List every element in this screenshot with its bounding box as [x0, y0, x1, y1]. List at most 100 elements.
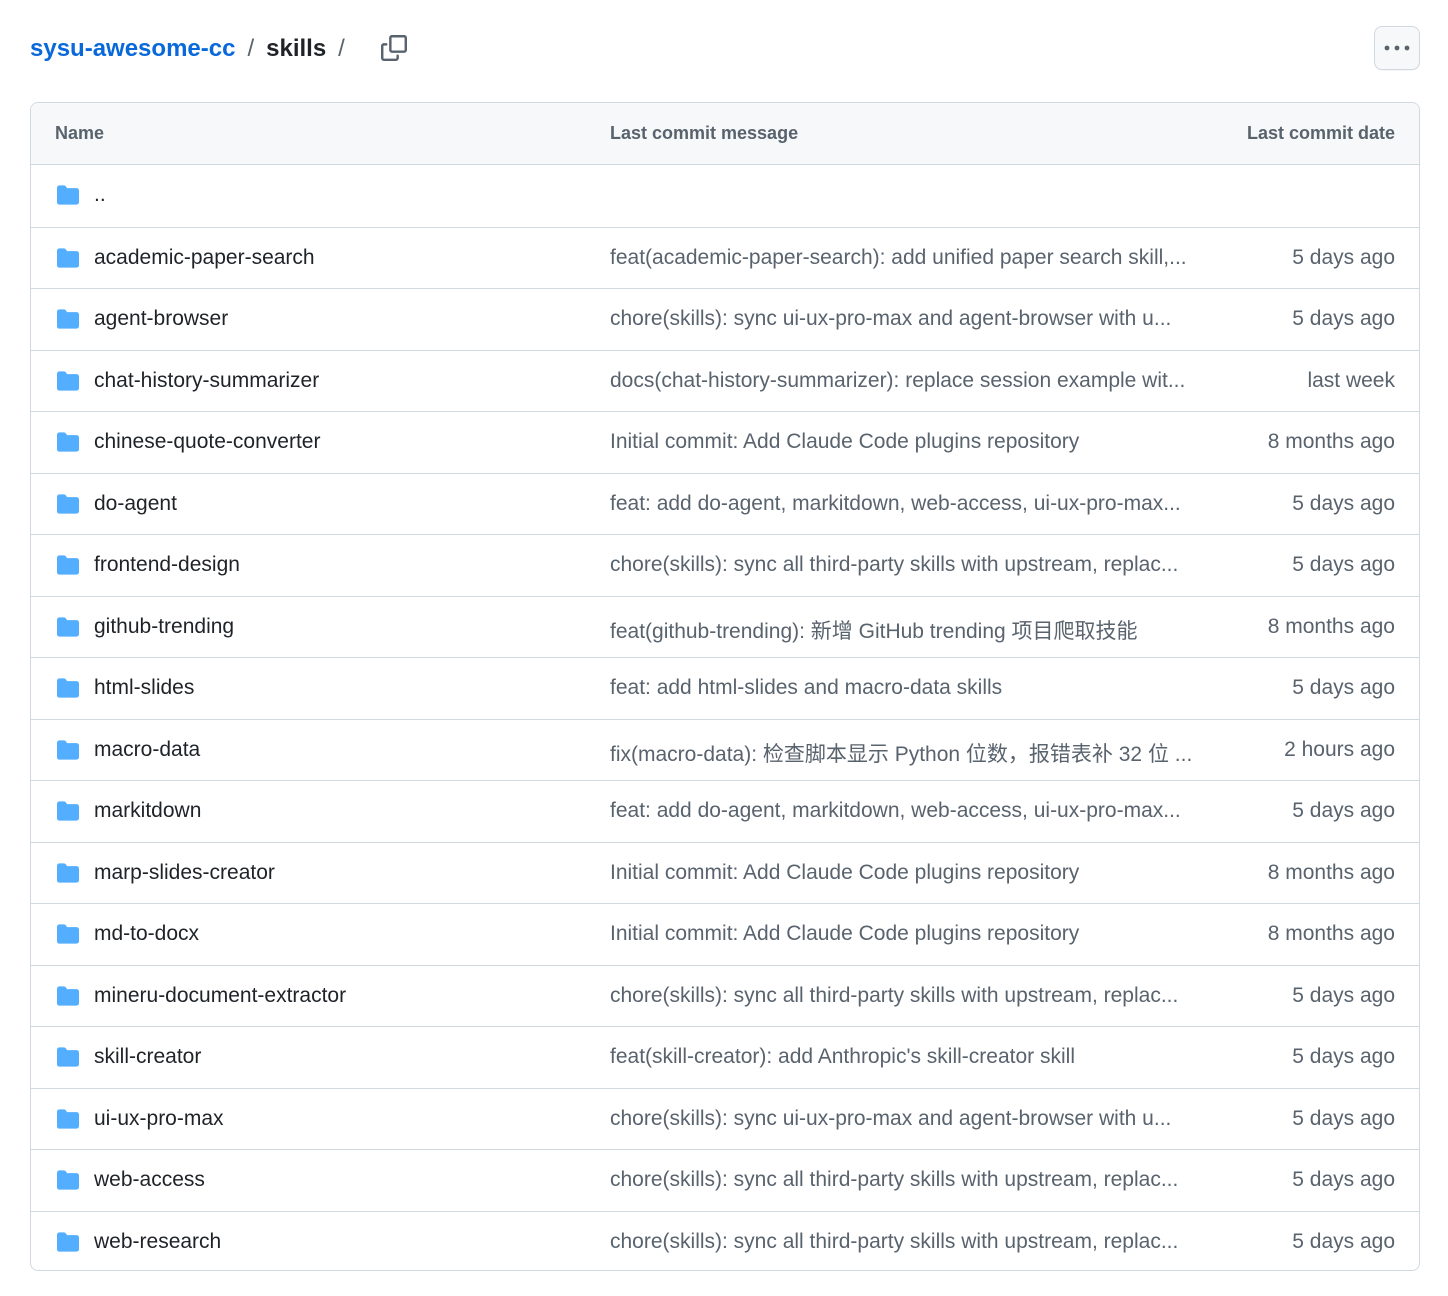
- folder-name-link[interactable]: chat-history-summarizer: [94, 369, 319, 393]
- commit-date: 5 days ago: [1292, 553, 1395, 576]
- table-row[interactable]: skill-creator feat(skill-creator): add An…: [31, 1026, 1419, 1088]
- commit-date: 5 days ago: [1292, 1106, 1395, 1130]
- folder-name-link[interactable]: marp-slides-creator: [94, 861, 275, 885]
- folder-name-link[interactable]: do-agent: [94, 492, 177, 516]
- folder-icon: [57, 370, 79, 391]
- table-row[interactable]: chat-history-summarizer docs(chat-history…: [31, 349, 1419, 412]
- breadcrumb-trailing-separator: /: [338, 35, 345, 62]
- table-row[interactable]: academic-paper-search feat(academic-paper…: [31, 226, 1419, 289]
- table-row[interactable]: marp-slides-creator Initial commit: Add C…: [31, 841, 1419, 904]
- commit-message-link[interactable]: feat(github-trending): 新增 GitHub trendin…: [610, 615, 1216, 645]
- commit-message-link[interactable]: feat(academic-paper-search): add unified…: [610, 246, 1216, 270]
- commit-date: 8 months ago: [1267, 430, 1395, 453]
- commit-date: 2 hours ago: [1284, 737, 1395, 761]
- folder-icon: [57, 678, 79, 698]
- folder-name-link[interactable]: skill-creator: [94, 1045, 201, 1069]
- folder-icon: [57, 1108, 79, 1129]
- table-row[interactable]: md-to-docx Initial commit: Add Claude Cod…: [31, 903, 1419, 965]
- column-header-last-commit-message: Last commit message: [610, 123, 799, 143]
- folder-icon: [57, 924, 79, 944]
- commit-date: 5 days ago: [1292, 1045, 1395, 1068]
- commit-message-link[interactable]: Initial commit: Add Claude Code plugins …: [610, 861, 1216, 885]
- parent-directory-link[interactable]: ..: [94, 183, 106, 207]
- folder-icon: [57, 616, 79, 637]
- table-row[interactable]: mineru-document-extractor chore(skills): …: [31, 964, 1419, 1027]
- commit-message-link[interactable]: Initial commit: Add Claude Code plugins …: [610, 922, 1216, 946]
- folder-name-link[interactable]: frontend-design: [94, 553, 240, 577]
- folder-name-link[interactable]: ui-ux-pro-max: [94, 1107, 224, 1131]
- commit-message-link[interactable]: chore(skills): sync ui-ux-pro-max and ag…: [610, 307, 1216, 331]
- file-table: Name Last commit message Last commit dat…: [30, 102, 1420, 1271]
- folder-icon: [57, 739, 79, 760]
- commit-date: 5 days ago: [1292, 307, 1395, 330]
- folder-name-link[interactable]: web-research: [94, 1230, 221, 1254]
- folder-name-link[interactable]: markitdown: [94, 799, 201, 823]
- copy-path-icon: [381, 35, 407, 61]
- commit-message-link[interactable]: chore(skills): sync all third-party skil…: [610, 1230, 1216, 1254]
- table-header: Name Last commit message Last commit dat…: [31, 103, 1419, 165]
- parent-directory-row[interactable]: ..: [31, 165, 1419, 227]
- folder-icon: [57, 432, 79, 452]
- folder-icon: [57, 185, 79, 205]
- commit-date: 5 days ago: [1292, 1229, 1395, 1253]
- commit-date: 5 days ago: [1292, 491, 1395, 515]
- folder-name-link[interactable]: macro-data: [94, 738, 200, 762]
- folder-icon: [57, 1170, 79, 1190]
- table-row[interactable]: ui-ux-pro-max chore(skills): sync ui-ux-p…: [31, 1087, 1419, 1150]
- table-row[interactable]: github-trending feat(github-trending): 新增…: [31, 595, 1419, 658]
- folder-icon: [57, 247, 79, 268]
- folder-name-link[interactable]: md-to-docx: [94, 922, 199, 946]
- commit-date: 5 days ago: [1292, 983, 1395, 1007]
- kebab-horizontal-icon: [1384, 45, 1410, 51]
- column-header-last-commit-date: Last commit date: [1246, 123, 1395, 143]
- table-body: .. academic-paper-search feat(academic-pa…: [31, 165, 1419, 1271]
- table-row[interactable]: frontend-design chore(skills): sync all t…: [31, 534, 1419, 596]
- table-row[interactable]: chinese-quote-converter Initial commit: A…: [31, 411, 1419, 473]
- folder-name-link[interactable]: html-slides: [94, 676, 194, 700]
- folder-icon: [57, 555, 79, 575]
- commit-message-link[interactable]: Initial commit: Add Claude Code plugins …: [610, 430, 1216, 454]
- folder-name-link[interactable]: web-access: [94, 1168, 205, 1192]
- commit-date: last week: [1307, 368, 1395, 392]
- commit-message-link[interactable]: feat: add do-agent, markitdown, web-acce…: [610, 492, 1216, 516]
- table-row[interactable]: do-agent feat: add do-agent, markitdown, …: [31, 472, 1419, 535]
- folder-name-link[interactable]: github-trending: [94, 615, 234, 639]
- commit-date: 8 months ago: [1267, 614, 1395, 638]
- commit-message-link[interactable]: chore(skills): sync ui-ux-pro-max and ag…: [610, 1107, 1216, 1131]
- table-row[interactable]: macro-data fix(macro-data): 检查脚本显示 Python…: [31, 718, 1419, 781]
- more-options-button[interactable]: [1374, 26, 1420, 70]
- folder-icon: [57, 985, 79, 1006]
- table-row[interactable]: web-research chore(skills): sync all thir…: [31, 1210, 1419, 1271]
- table-row[interactable]: web-access chore(skills): sync all third-…: [31, 1149, 1419, 1211]
- commit-message-link[interactable]: chore(skills): sync all third-party skil…: [610, 984, 1216, 1008]
- table-row[interactable]: html-slides feat: add html-slides and mac…: [31, 657, 1419, 719]
- folder-icon: [57, 801, 79, 821]
- table-row[interactable]: agent-browser chore(skills): sync ui-ux-p…: [31, 288, 1419, 350]
- folder-icon: [57, 493, 79, 514]
- folder-icon: [57, 1231, 79, 1252]
- commit-date: 8 months ago: [1267, 860, 1395, 884]
- folder-name-link[interactable]: chinese-quote-converter: [94, 430, 320, 454]
- breadcrumb-repo-link[interactable]: sysu-awesome-cc: [30, 34, 235, 64]
- table-row[interactable]: markitdown feat: add do-agent, markitdown…: [31, 780, 1419, 842]
- breadcrumb: sysu-awesome-cc / skills /: [30, 34, 357, 64]
- breadcrumb-current-folder: skills: [266, 35, 327, 62]
- commit-date: 8 months ago: [1267, 922, 1395, 945]
- column-header-name: Name: [55, 123, 105, 143]
- commit-message-link[interactable]: feat: add html-slides and macro-data ski…: [610, 676, 1216, 700]
- commit-message-link[interactable]: fix(macro-data): 检查脚本显示 Python 位数，报错表补 3…: [610, 738, 1216, 768]
- commit-date: 5 days ago: [1292, 245, 1395, 269]
- commit-message-link[interactable]: feat: add do-agent, markitdown, web-acce…: [610, 799, 1216, 823]
- commit-message-link[interactable]: chore(skills): sync all third-party skil…: [610, 1168, 1216, 1192]
- commit-message-link[interactable]: docs(chat-history-summarizer): replace s…: [610, 369, 1216, 393]
- folder-name-link[interactable]: agent-browser: [94, 307, 228, 331]
- copy-path-button[interactable]: [376, 30, 412, 66]
- folder-icon: [57, 862, 79, 883]
- commit-message-link[interactable]: feat(skill-creator): add Anthropic's ski…: [610, 1045, 1216, 1069]
- breadcrumb-separator: /: [247, 35, 255, 62]
- page-header: sysu-awesome-cc / skills /: [30, 26, 1420, 72]
- commit-message-link[interactable]: chore(skills): sync all third-party skil…: [610, 553, 1216, 577]
- folder-name-link[interactable]: academic-paper-search: [94, 246, 315, 270]
- commit-date: 5 days ago: [1292, 676, 1395, 699]
- folder-name-link[interactable]: mineru-document-extractor: [94, 984, 346, 1008]
